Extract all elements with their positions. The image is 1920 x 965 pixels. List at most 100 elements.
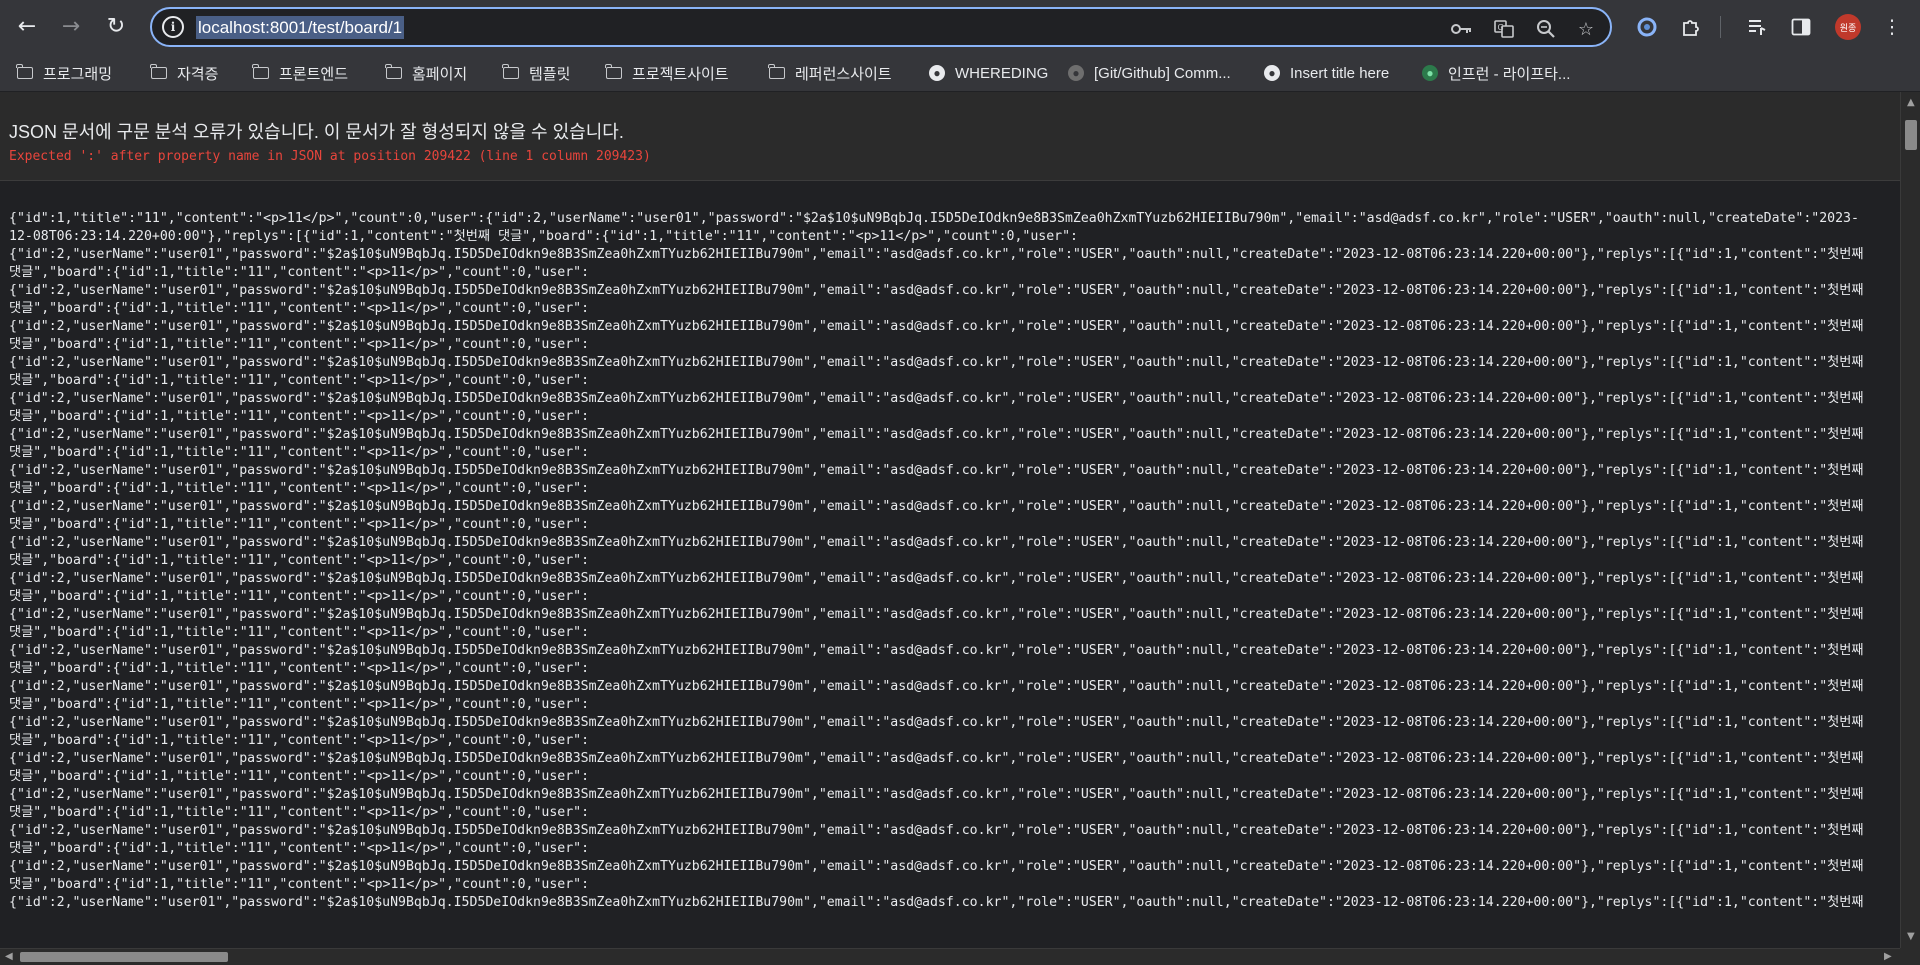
bookmark-folder-homepage[interactable]: 홈페이지: [385, 60, 468, 86]
svg-text:G: G: [1498, 23, 1504, 32]
bookmark-label: 프로그래밍: [43, 65, 113, 83]
json-text-line: {"id":2,"userName":"user01","password":"…: [9, 571, 1864, 586]
horizontal-scrollbar[interactable]: ◀ ▶: [0, 948, 1900, 965]
json-text-line: {"id":2,"userName":"user01","password":"…: [9, 607, 1864, 622]
json-text-line: 댓글","board":{"id":1,"title":"11","conten…: [9, 301, 590, 316]
json-text-line: {"id":2,"userName":"user01","password":"…: [9, 643, 1864, 658]
json-text-line: 댓글","board":{"id":1,"title":"11","conten…: [9, 445, 590, 460]
bookmark-folder-reference-sites[interactable]: 레퍼런스사이트: [768, 60, 892, 86]
horizontal-scroll-thumb[interactable]: [20, 952, 228, 962]
more-vertical-icon[interactable]: ⋮: [1877, 12, 1907, 42]
json-text-line: 댓글","board":{"id":1,"title":"11","conten…: [9, 373, 590, 388]
url-text[interactable]: localhost:8001/test/board/1: [196, 16, 405, 39]
json-text-line: {"id":2,"userName":"user01","password":"…: [9, 427, 1864, 442]
globe-icon: ●: [1264, 65, 1280, 81]
bookmarks-bar: 프로그래밍 자격증 프론트엔드 홈페이지 템플릿 프로젝트사이트 레퍼런스사이트…: [0, 54, 1920, 92]
toolbar-divider: [1720, 16, 1721, 38]
browser-toolbar: ← → ↻ i localhost:8001/test/board/1 G ☆ …: [0, 0, 1920, 54]
json-text-line: 댓글","board":{"id":1,"title":"11","conten…: [9, 265, 590, 280]
json-text-line: {"id":2,"userName":"user01","password":"…: [9, 391, 1864, 406]
bookmark-label: 인프런 - 라이프타...: [1448, 65, 1571, 83]
bookmark-folder-project-sites[interactable]: 프로젝트사이트: [605, 60, 729, 86]
globe-icon: ●: [929, 65, 945, 81]
json-text-line: 댓글","board":{"id":1,"title":"11","conten…: [9, 517, 590, 532]
json-text-line: {"id":2,"userName":"user01","password":"…: [9, 895, 1864, 910]
star-icon[interactable]: ☆: [1574, 17, 1598, 41]
json-text-line: 댓글","board":{"id":1,"title":"11","conten…: [9, 661, 590, 676]
folder-icon: [16, 64, 33, 79]
json-text-line: {"id":2,"userName":"user01","password":"…: [9, 823, 1864, 838]
json-text-line: {"id":2,"userName":"user01","password":"…: [9, 715, 1864, 730]
vertical-scroll-thumb[interactable]: [1905, 120, 1917, 150]
json-text-line: {"id":2,"userName":"user01","password":"…: [9, 859, 1864, 874]
error-title: JSON 문서에 구문 분석 오류가 있습니다. 이 문서가 잘 형성되지 않을…: [9, 122, 624, 142]
bookmark-folder-certificates[interactable]: 자격증: [150, 60, 219, 86]
bookmark-wheredding[interactable]: ● WHEREDING: [929, 60, 1048, 86]
arrow-left-icon: ←: [17, 14, 37, 39]
address-bar[interactable]: i localhost:8001/test/board/1 G ☆: [150, 7, 1612, 47]
json-text-line: {"id":2,"userName":"user01","password":"…: [9, 283, 1864, 298]
json-text-line: {"id":1,"title":"11","content":"<p>11</p…: [9, 211, 1859, 226]
profile-avatar[interactable]: 원종: [1835, 14, 1861, 40]
bookmark-folder-frontend[interactable]: 프론트엔드: [252, 60, 349, 86]
forward-button[interactable]: →: [53, 9, 89, 45]
json-text-line: 댓글","board":{"id":1,"title":"11","conten…: [9, 769, 590, 784]
json-text-line: 댓글","board":{"id":1,"title":"11","conten…: [9, 553, 590, 568]
inflearn-icon: ●: [1422, 65, 1438, 81]
info-icon[interactable]: i: [162, 16, 184, 38]
bookmark-inflearn[interactable]: ● 인프런 - 라이프타...: [1422, 60, 1570, 86]
folder-icon: [252, 64, 269, 79]
side-panel-icon[interactable]: [1786, 12, 1816, 42]
json-text-line: 댓글","board":{"id":1,"title":"11","conten…: [9, 409, 590, 424]
arrow-right-icon: →: [61, 14, 81, 39]
json-text-line: 댓글","board":{"id":1,"title":"11","conten…: [9, 589, 590, 604]
back-button[interactable]: ←: [9, 9, 45, 45]
folder-icon: [385, 64, 402, 79]
puzzle-icon[interactable]: [1676, 12, 1706, 42]
folder-icon: [150, 64, 167, 79]
bookmark-label: 템플릿: [529, 65, 571, 83]
reload-button[interactable]: ↻: [98, 9, 134, 45]
json-text-line: {"id":2,"userName":"user01","password":"…: [9, 499, 1864, 514]
zoom-icon[interactable]: [1534, 17, 1558, 41]
bookmark-folder-programming[interactable]: 프로그래밍: [16, 60, 113, 86]
bookmark-label: 프론트엔드: [279, 65, 349, 83]
bookmark-label: 프로젝트사이트: [632, 65, 729, 83]
scroll-right-icon[interactable]: ▶: [1884, 952, 1892, 962]
vertical-scrollbar[interactable]: ▲ ▼: [1900, 92, 1920, 948]
scrollbar-corner: [1900, 948, 1920, 965]
json-text-line: 12-08T06:23:14.220+00:00"},"replys":[{"i…: [9, 229, 1078, 244]
scroll-left-icon[interactable]: ◀: [5, 952, 13, 962]
bookmark-label: [Git/Github] Comm...: [1094, 64, 1231, 82]
json-text-line: 댓글","board":{"id":1,"title":"11","conten…: [9, 877, 590, 892]
bookmark-folder-templates[interactable]: 템플릿: [502, 60, 571, 86]
bookmark-git-github[interactable]: ● [Git/Github] Comm...: [1068, 60, 1231, 86]
json-text-line: 댓글","board":{"id":1,"title":"11","conten…: [9, 481, 590, 496]
json-raw-text: {"id":1,"title":"11","content":"<p>11</p…: [9, 210, 1889, 912]
github-icon: ●: [1068, 65, 1084, 81]
error-detail: Expected ':' after property name in JSON…: [9, 149, 651, 164]
json-text-line: 댓글","board":{"id":1,"title":"11","conten…: [9, 337, 590, 352]
scroll-up-icon[interactable]: ▲: [1907, 98, 1915, 108]
key-icon[interactable]: [1450, 17, 1474, 41]
bookmark-label: Insert title here: [1290, 64, 1390, 82]
json-text-line: 댓글","board":{"id":1,"title":"11","conten…: [9, 625, 590, 640]
json-text-line: {"id":2,"userName":"user01","password":"…: [9, 319, 1864, 334]
json-text-line: 댓글","board":{"id":1,"title":"11","conten…: [9, 733, 590, 748]
bookmark-label: 홈페이지: [412, 65, 468, 83]
json-text-line: {"id":2,"userName":"user01","password":"…: [9, 247, 1864, 262]
bookmark-label: 레퍼런스사이트: [795, 65, 892, 83]
json-text-line: 댓글","board":{"id":1,"title":"11","conten…: [9, 805, 590, 820]
json-text-line: {"id":2,"userName":"user01","password":"…: [9, 751, 1864, 766]
reload-icon: ↻: [106, 14, 126, 39]
playlist-icon[interactable]: [1742, 12, 1772, 42]
bookmark-label: 자격증: [177, 65, 219, 83]
json-viewer: JSON 문서에 구문 분석 오류가 있습니다. 이 문서가 잘 형성되지 않을…: [0, 92, 1900, 948]
json-text-line: {"id":2,"userName":"user01","password":"…: [9, 535, 1864, 550]
bookmark-insert-title[interactable]: ● Insert title here: [1264, 60, 1389, 86]
scroll-down-icon[interactable]: ▼: [1907, 932, 1915, 942]
sync-circle-icon[interactable]: [1632, 12, 1662, 42]
folder-icon: [768, 64, 785, 79]
translate-icon[interactable]: G: [1492, 17, 1516, 41]
folder-icon: [502, 64, 519, 79]
